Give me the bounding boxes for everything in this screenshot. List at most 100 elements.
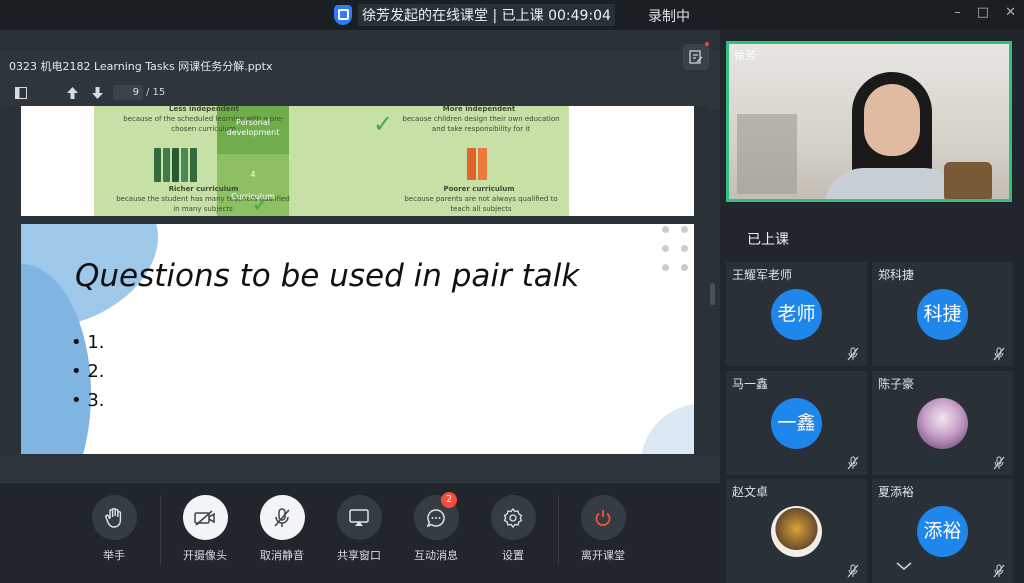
video-face xyxy=(864,84,920,156)
video-person xyxy=(824,72,964,199)
participant-name: 王耀军老师 xyxy=(732,268,793,282)
document-file-name: 0323 机电2182 Learning Tasks 网课任务分解.pptx xyxy=(9,60,273,73)
participant-tile[interactable]: 王耀军老师 老师 xyxy=(726,262,867,366)
video-shelf xyxy=(737,114,797,194)
participant-tile[interactable]: 陈子豪 xyxy=(872,371,1013,475)
mic-off-icon xyxy=(993,564,1005,578)
video-object xyxy=(944,162,992,199)
page-total: / 15 xyxy=(146,87,166,98)
participant-tile[interactable]: 郑科捷 科捷 xyxy=(872,262,1013,366)
class-status-title: 已上课 xyxy=(747,232,789,248)
power-icon xyxy=(580,495,626,540)
decor-dot xyxy=(662,226,669,233)
participant-name: 郑科捷 xyxy=(878,268,915,282)
raise-hand-button[interactable]: 举手 xyxy=(84,495,144,563)
gear-icon xyxy=(490,495,536,540)
mic-off-icon xyxy=(259,495,305,540)
mic-off-icon xyxy=(993,347,1005,361)
chevron-down-icon[interactable] xyxy=(896,561,912,571)
decor-shape xyxy=(641,404,694,454)
mic-off-icon xyxy=(847,456,859,470)
viewer-scrollbar[interactable] xyxy=(710,283,715,305)
poorer-curriculum-label: Poorer curriculum xyxy=(443,185,515,193)
video-body xyxy=(824,168,964,199)
current-slide: Questions to be used in pair talk • 1. •… xyxy=(21,224,694,454)
number-label: 4 xyxy=(250,170,256,179)
edit-icon xyxy=(689,50,703,64)
leave-class-label: 离开课堂 xyxy=(581,549,625,562)
page-up-icon[interactable] xyxy=(67,87,78,99)
message-count-badge: 2 xyxy=(441,492,457,508)
decor-dot xyxy=(662,245,669,252)
maximize-button[interactable]: □ xyxy=(977,5,989,20)
book-icon xyxy=(172,148,179,182)
window-controls: – □ ✕ xyxy=(954,5,1016,20)
more-independent-desc: because children design their own educat… xyxy=(402,115,560,133)
book-icon xyxy=(154,148,161,182)
participant-name: 赵文卓 xyxy=(732,485,769,499)
bullet-item: • 3. xyxy=(71,390,105,411)
page-number-input[interactable]: 9 xyxy=(113,85,143,100)
participant-tile[interactable]: 赵文卓 xyxy=(726,479,867,583)
document-header: 0323 机电2182 Learning Tasks 网课任务分解.pptx 9… xyxy=(0,42,720,110)
control-bar: 举手 开摄像头 取消静音 共享窗口 2 互动消息 设置 离开课堂 xyxy=(0,483,720,583)
messages-label: 互动消息 xyxy=(414,549,458,562)
close-button[interactable]: ✕ xyxy=(1005,5,1016,20)
page-down-icon[interactable] xyxy=(92,87,103,99)
participant-tile[interactable]: 夏添裕 添裕 xyxy=(872,479,1013,583)
bullet-list: • 1. • 2. • 3. xyxy=(71,328,105,415)
bullet-item: • 1. xyxy=(71,332,105,353)
avatar: 老师 xyxy=(771,289,822,340)
slide-title: Questions to be used in pair talk xyxy=(75,258,580,294)
more-independent-label: More independent xyxy=(442,106,516,113)
avatar-photo xyxy=(917,398,968,449)
hand-icon xyxy=(91,495,137,540)
sidebar-toggle-icon[interactable] xyxy=(15,87,27,99)
video-name-label: 徐芳 xyxy=(734,49,756,62)
camera-button[interactable]: 开摄像头 xyxy=(175,495,235,563)
book-icon xyxy=(467,148,476,180)
decor-dot xyxy=(662,264,669,271)
divider xyxy=(558,495,559,565)
shield-icon xyxy=(334,4,352,25)
settings-label: 设置 xyxy=(502,549,524,562)
book-icon xyxy=(181,148,188,182)
bullet-item: • 2. xyxy=(71,361,105,382)
settings-button[interactable]: 设置 xyxy=(483,495,543,563)
participant-name: 马一鑫 xyxy=(732,377,769,391)
participant-name: 陈子豪 xyxy=(878,377,915,391)
annotation-button[interactable] xyxy=(683,44,709,70)
class-title: 徐芳发起的在线课堂 | 已上课 00:49:04 xyxy=(358,3,615,26)
avatar-photo xyxy=(771,506,822,557)
decor-dot xyxy=(681,245,688,252)
checkmark-icon: ✓ xyxy=(373,110,394,138)
previous-slide: Less independent because of the schedule… xyxy=(21,106,694,216)
book-icon xyxy=(190,148,197,182)
raise-hand-label: 举手 xyxy=(103,549,125,562)
leave-class-button[interactable]: 离开课堂 xyxy=(573,495,633,563)
share-window-button[interactable]: 共享窗口 xyxy=(329,495,389,563)
participant-name: 夏添裕 xyxy=(878,485,915,499)
avatar: 添裕 xyxy=(917,506,968,557)
courseware-panel: 0323 机电2182 Learning Tasks 网课任务分解.pptx 9… xyxy=(0,30,720,583)
minimize-button[interactable]: – xyxy=(954,5,961,20)
recording-status: 录制中 xyxy=(648,9,690,25)
avatar: 科捷 xyxy=(917,289,968,340)
slide-viewer[interactable]: Less independent because of the schedule… xyxy=(7,106,707,482)
messages-button[interactable]: 2 互动消息 xyxy=(406,492,466,563)
participant-tile[interactable]: 马一鑫 一鑫 xyxy=(726,371,867,475)
teacher-video[interactable]: 徐芳 xyxy=(726,41,1012,202)
mic-off-icon xyxy=(847,564,859,578)
less-independent-label: Less independent xyxy=(169,106,239,113)
book-icon xyxy=(163,148,170,182)
camera-label: 开摄像头 xyxy=(183,549,227,562)
unmute-label: 取消静音 xyxy=(260,549,304,562)
book-icon xyxy=(478,148,487,180)
class-title-group: 徐芳发起的在线课堂 | 已上课 00:49:04 xyxy=(334,3,615,26)
document-toolbar: 9 / 15 xyxy=(0,83,720,103)
mic-off-icon xyxy=(847,347,859,361)
share-window-label: 共享窗口 xyxy=(337,549,381,562)
unmute-button[interactable]: 取消静音 xyxy=(252,495,312,563)
personal-development-label: Personal development xyxy=(226,118,280,137)
divider xyxy=(160,495,161,565)
